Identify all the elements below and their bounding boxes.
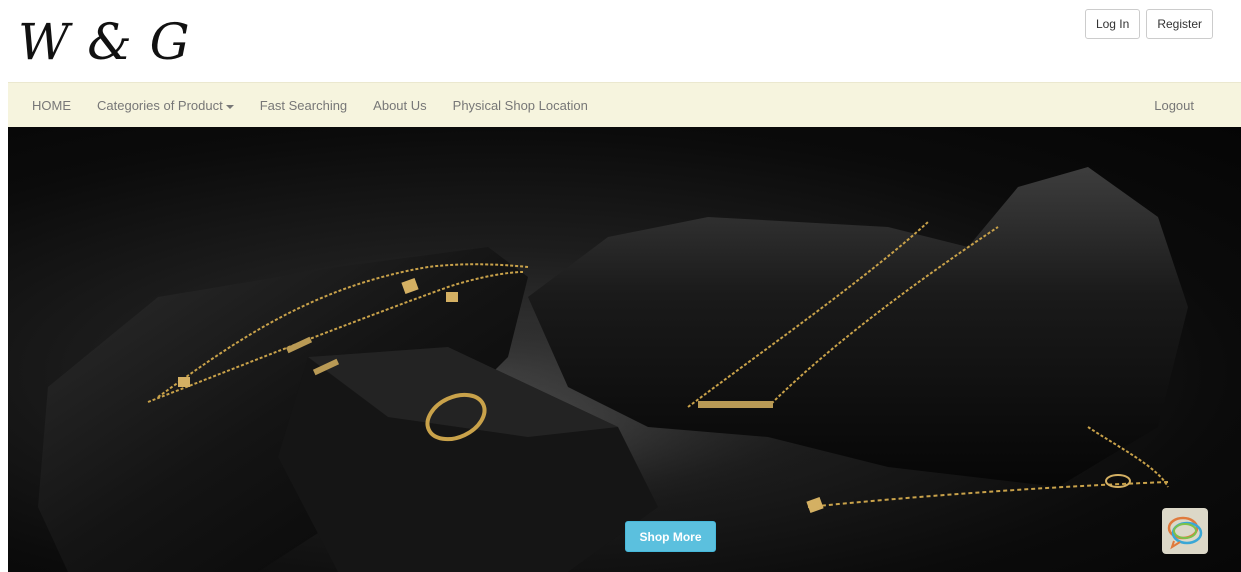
hero-jewelry-image bbox=[38, 167, 1188, 572]
shop-more-button[interactable]: Shop More bbox=[625, 521, 716, 552]
site-header: W & G Log In Register bbox=[0, 0, 1241, 82]
nav-home[interactable]: HOME bbox=[8, 83, 84, 128]
register-button[interactable]: Register bbox=[1146, 9, 1213, 39]
nav-categories-label: Categories of Product bbox=[97, 98, 223, 113]
main-navbar: HOME Categories of Product Fast Searchin… bbox=[8, 82, 1241, 127]
chat-widget-button[interactable] bbox=[1162, 508, 1208, 554]
login-button[interactable]: Log In bbox=[1084, 9, 1141, 39]
nav-shop-location[interactable]: Physical Shop Location bbox=[440, 83, 601, 128]
chat-bubbles-icon bbox=[1167, 516, 1203, 550]
nav-categories-dropdown[interactable]: Categories of Product bbox=[84, 83, 247, 128]
site-logo[interactable]: W & G bbox=[18, 8, 191, 76]
logout-link[interactable]: Logout bbox=[1141, 83, 1207, 128]
caret-down-icon bbox=[225, 104, 234, 109]
hero-banner: Shop More bbox=[8, 127, 1241, 572]
nav-about-us[interactable]: About Us bbox=[360, 83, 439, 128]
nav-fast-searching[interactable]: Fast Searching bbox=[247, 83, 360, 128]
auth-buttons: Log In Register bbox=[1084, 9, 1213, 39]
